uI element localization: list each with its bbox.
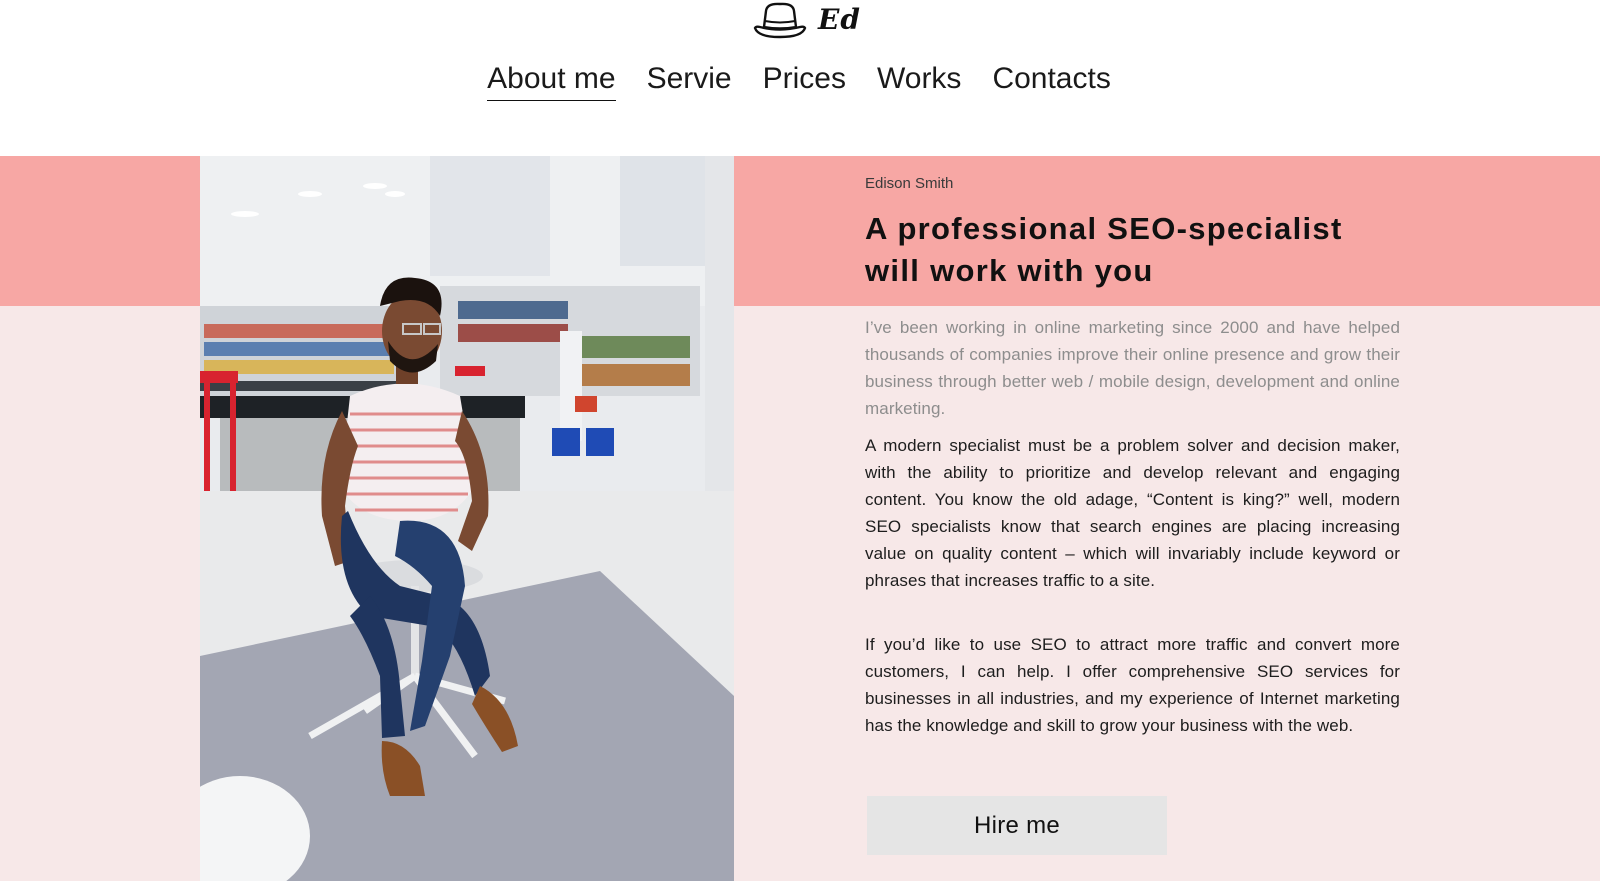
logo-text: Ed <box>818 3 861 36</box>
nav-item-works[interactable]: Works <box>877 62 961 101</box>
hire-me-button[interactable]: Hire me <box>867 796 1167 855</box>
body-paragraph-1: A modern specialist must be a problem so… <box>865 436 1400 590</box>
page-headline: A professional SEO-specialist will work … <box>865 208 1400 292</box>
intro-paragraph: I’ve been working in online marketing si… <box>865 318 1400 418</box>
body-paragraph-2: If you’d like to use SEO to attract more… <box>865 635 1400 735</box>
page: Ed About me Servie Prices Works Contacts <box>0 0 1600 881</box>
portrait-photo <box>200 156 734 881</box>
nav-item-about-me[interactable]: About me <box>487 62 616 101</box>
nav-item-contacts[interactable]: Contacts <box>992 62 1110 101</box>
headline-line-2: will work with you <box>865 253 1154 288</box>
about-content: Edison Smith A professional SEO-speciali… <box>865 174 1400 739</box>
nav-item-prices[interactable]: Prices <box>763 62 846 101</box>
author-name: Edison Smith <box>865 175 954 192</box>
headline-line-1: A professional SEO-specialist <box>865 211 1343 246</box>
logo[interactable]: Ed <box>752 0 861 40</box>
main-nav: About me Servie Prices Works Contacts <box>0 62 1600 101</box>
nav-item-services[interactable]: Servie <box>647 62 732 101</box>
hat-icon <box>752 1 808 39</box>
